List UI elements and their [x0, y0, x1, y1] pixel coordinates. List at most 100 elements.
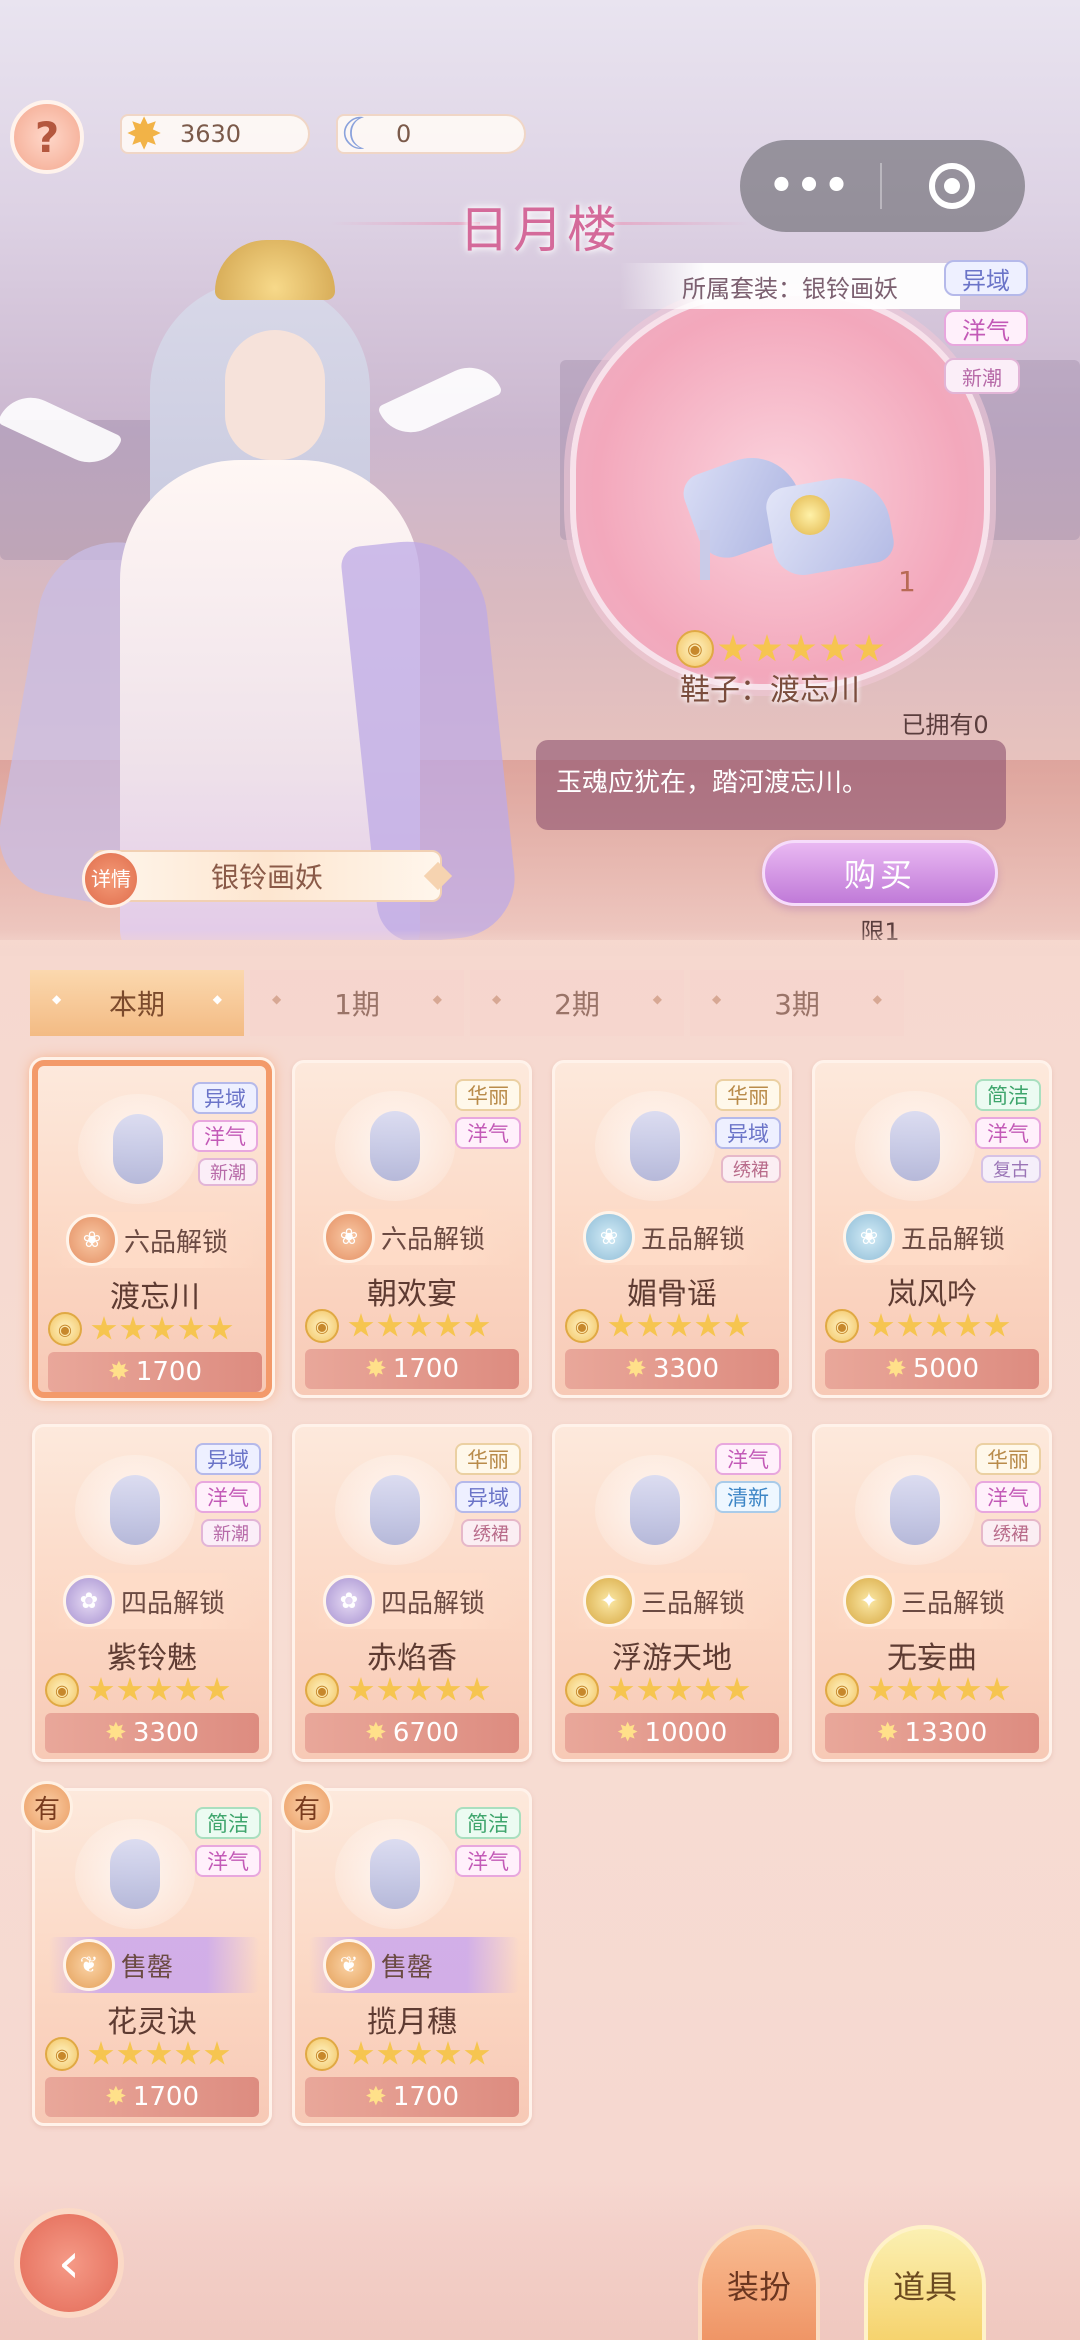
star-icon	[926, 1313, 952, 1337]
star-icon	[88, 1677, 114, 1701]
unlock-requirement: ✦ 三品解锁	[569, 1573, 779, 1629]
item-tag: 洋气	[195, 1845, 261, 1877]
shop-item-card[interactable]: 有简洁 洋气 ❦ 售罄 揽月穗 ◉ ✸ 1700	[281, 1781, 532, 2126]
shop-item-card[interactable]: 异域 洋气 新潮 ✿ 四品解锁 紫铃魅 ◉ ✸ 3300	[32, 1424, 272, 1762]
gold-currency[interactable]: ✸ 3630	[120, 109, 310, 160]
price-value: 1700	[392, 2082, 459, 2112]
feather-ornament	[0, 386, 123, 474]
shop-item-card[interactable]: 华丽 异域 绣裙 ❀ 五品解锁 媚骨谣 ◉ ✸ 3300	[552, 1060, 792, 1398]
item-thumbnail	[595, 1091, 715, 1201]
gold-star-icon: ✸	[125, 108, 163, 160]
item-rating: ◉	[48, 1312, 233, 1346]
unlock-label: 售罄	[381, 1952, 434, 1983]
price-value: 10000	[644, 1718, 728, 1748]
detail-label: 详情	[91, 867, 131, 891]
star-icon	[637, 1313, 663, 1337]
back-button[interactable]: ‹	[14, 2208, 124, 2318]
unlock-label: 四品解锁	[121, 1588, 226, 1619]
item-tag: 洋气	[455, 1845, 521, 1877]
shop-item-card[interactable]: 华丽 洋气 ❀ 六品解锁 朝欢宴 ◉ ✸ 1700	[292, 1060, 532, 1398]
tab-period-3[interactable]: 3期	[690, 970, 904, 1036]
star-icon	[820, 634, 850, 662]
dress-up-button[interactable]: 装扮	[698, 2225, 820, 2340]
star-icon	[435, 1313, 461, 1337]
tab-period-2[interactable]: 2期	[470, 970, 684, 1036]
rarity-coin-icon: ◉	[825, 1673, 859, 1707]
star-icon	[724, 1677, 750, 1701]
gold-star-icon: ✸	[105, 2082, 127, 2112]
item-thumbnail	[335, 1819, 455, 1929]
star-icon	[868, 1677, 894, 1701]
star-icon	[88, 2041, 114, 2065]
rarity-coin-icon: ◉	[825, 1309, 859, 1343]
rank-badge-icon: ✿	[323, 1575, 375, 1627]
item-tag: 异域	[455, 1481, 521, 1513]
unlock-requirement: ❦ 售罄	[49, 1937, 259, 1993]
rank-badge-icon: ❀	[843, 1211, 895, 1263]
unlock-requirement: ✦ 三品解锁	[829, 1573, 1039, 1629]
item-price: ✸ 13300	[825, 1713, 1039, 1753]
item-rating: ◉	[305, 2037, 490, 2071]
star-icon	[897, 1677, 923, 1701]
item-name: 浮游天地	[612, 1641, 732, 1676]
star-icon	[666, 1313, 692, 1337]
shop-item-card[interactable]: 华丽 异域 绣裙 ✿ 四品解锁 赤焰香 ◉ ✸ 6700	[292, 1424, 532, 1762]
item-name: 朝欢宴	[367, 1277, 457, 1312]
item-tags: 华丽 洋气 绣裙	[975, 1443, 1041, 1547]
item-tag: 绣裙	[461, 1519, 521, 1547]
rank-badge-icon: ❀	[323, 1211, 375, 1263]
outfit-name-banner[interactable]: 银铃画妖	[92, 850, 442, 902]
help-button[interactable]: ?	[10, 100, 84, 174]
shop-item-card[interactable]: 简洁 洋气 复古 ❀ 五品解锁 岚风吟 ◉ ✸ 5000	[812, 1060, 1052, 1398]
star-icon	[406, 1677, 432, 1701]
gold-star-icon: ✸	[365, 1718, 387, 1748]
gold-star-icon: ✸	[105, 1718, 127, 1748]
star-icon	[786, 634, 816, 662]
item-tag: 洋气	[944, 310, 1028, 346]
item-name: 渡忘川	[110, 1280, 200, 1315]
item-tag: 绣裙	[721, 1155, 781, 1183]
rarity-coin-icon: ◉	[305, 1673, 339, 1707]
item-price: ✸ 3300	[45, 1713, 259, 1753]
item-name: 赤焰香	[367, 1641, 457, 1676]
star-icon	[175, 1677, 201, 1701]
shop-item-card[interactable]: 洋气 清新 ✦ 三品解锁 浮游天地 ◉ ✸ 10000	[552, 1424, 792, 1762]
star-icon	[146, 2041, 172, 2065]
item-tag: 简洁	[195, 1807, 261, 1839]
period-tabs: 本期 1期 2期 3期	[30, 970, 904, 1036]
unlock-requirement: ❀ 五品解锁	[829, 1209, 1039, 1265]
tab-period-1[interactable]: 1期	[250, 970, 464, 1036]
star-icon	[348, 1313, 374, 1337]
detail-button[interactable]: 详情	[82, 850, 140, 908]
star-icon	[149, 1316, 175, 1340]
item-tags: 华丽 洋气	[455, 1079, 521, 1149]
shop-item-card[interactable]: 华丽 洋气 绣裙 ✦ 三品解锁 无妄曲 ◉ ✸ 13300	[812, 1424, 1052, 1762]
items-button[interactable]: 道具	[864, 2225, 986, 2340]
shop-item-card[interactable]: 异域 洋气 新潮 ❀ 六品解锁 渡忘川 ◉ ✸ 1700	[32, 1060, 272, 1398]
star-icon	[377, 1313, 403, 1337]
shop-item-card[interactable]: 有简洁 洋气 ❦ 售罄 花灵诀 ◉ ✸ 1700	[21, 1781, 272, 2126]
item-description: 玉魂应犹在，踏河渡忘川。	[536, 740, 1006, 830]
star-icon	[117, 1677, 143, 1701]
character-crown	[215, 240, 335, 300]
feather-ornament	[377, 356, 503, 444]
star-icon	[695, 1677, 721, 1701]
moon-currency[interactable]: ☾ 0	[336, 109, 526, 160]
item-rating: ◉	[45, 1673, 230, 1707]
gold-amount: 3630	[180, 120, 242, 148]
item-rating: ◉	[676, 630, 884, 668]
item-thumbnail	[335, 1091, 455, 1201]
tab-current[interactable]: 本期	[30, 970, 244, 1036]
item-tag: 洋气	[192, 1120, 258, 1152]
unlock-label: 五品解锁	[901, 1224, 1006, 1255]
star-icon	[348, 1677, 374, 1701]
owned-badge: 有	[21, 1781, 73, 1833]
star-icon	[637, 1677, 663, 1701]
item-tag: 新潮	[198, 1158, 258, 1186]
price-value: 5000	[912, 1354, 979, 1384]
rank-badge-icon: ✿	[63, 1575, 115, 1627]
star-icon	[204, 2041, 230, 2065]
star-icon	[984, 1313, 1010, 1337]
buy-button[interactable]: 购买	[762, 840, 998, 906]
item-price: ✸ 1700	[305, 2077, 519, 2117]
